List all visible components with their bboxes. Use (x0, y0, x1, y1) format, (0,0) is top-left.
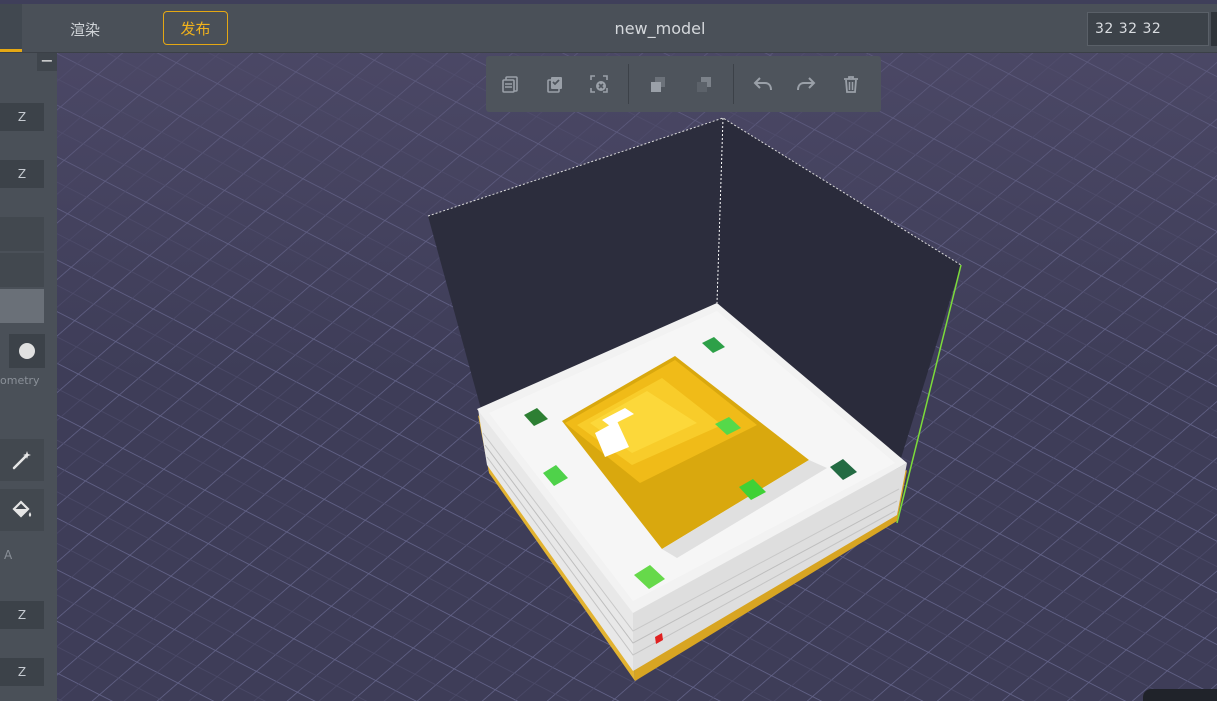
panel-field-2[interactable] (0, 253, 44, 287)
redo-button[interactable] (793, 71, 819, 97)
corner-widget[interactable] (1143, 689, 1217, 701)
section-label: ometry (0, 374, 40, 387)
toolbar-separator-1 (628, 64, 629, 104)
magic-wand-tool[interactable] (0, 439, 44, 481)
undo-icon (753, 77, 772, 91)
select-all-icon (547, 77, 562, 93)
tab-render[interactable]: 渲染 (70, 19, 100, 40)
redo-icon (797, 77, 816, 91)
axis-z-field-3[interactable]: Z (0, 601, 44, 629)
axis-z-field-1[interactable]: Z (0, 103, 44, 131)
shape-option[interactable] (9, 334, 45, 368)
circle-icon (19, 343, 35, 359)
edit-toolbar (486, 56, 881, 112)
magic-wand-icon (12, 451, 31, 470)
dimensions-input[interactable]: 32 32 32 (1087, 12, 1209, 46)
trash-icon (844, 76, 858, 93)
send-backward-button[interactable] (691, 71, 717, 97)
dimensions-edge (1211, 12, 1217, 46)
deselect-icon (590, 75, 608, 93)
deselect-button[interactable] (586, 71, 612, 97)
model-title: new_model (614, 19, 706, 38)
panel-field-selected[interactable] (0, 289, 44, 323)
top-bar: 渲染 发布 new_model 32 32 32 (0, 4, 1217, 53)
undo-button[interactable] (750, 71, 776, 97)
active-tab-indicator[interactable] (0, 4, 22, 52)
axis-z-field-4[interactable]: Z (0, 658, 44, 686)
select-all-button[interactable] (542, 71, 568, 97)
front-layer-icon (651, 77, 665, 92)
axis-z-field-2[interactable]: Z (0, 160, 44, 188)
toolbar-separator-2 (733, 64, 734, 104)
left-panel: − Z Z ometry A Z Z (0, 53, 57, 701)
bring-forward-button[interactable] (645, 71, 671, 97)
publish-button[interactable]: 发布 (163, 11, 228, 45)
copy-button[interactable] (497, 71, 523, 97)
back-layer-icon (697, 77, 711, 92)
section-letter: A (4, 548, 13, 562)
paint-bucket-tool[interactable] (0, 489, 44, 531)
panel-field-1[interactable] (0, 217, 44, 251)
copy-icon (502, 76, 518, 93)
collapse-button[interactable]: − (37, 53, 57, 71)
paint-bucket-icon (12, 500, 32, 518)
scene-canvas[interactable] (57, 53, 1217, 701)
3d-viewport[interactable] (57, 53, 1217, 701)
delete-button[interactable] (838, 71, 864, 97)
